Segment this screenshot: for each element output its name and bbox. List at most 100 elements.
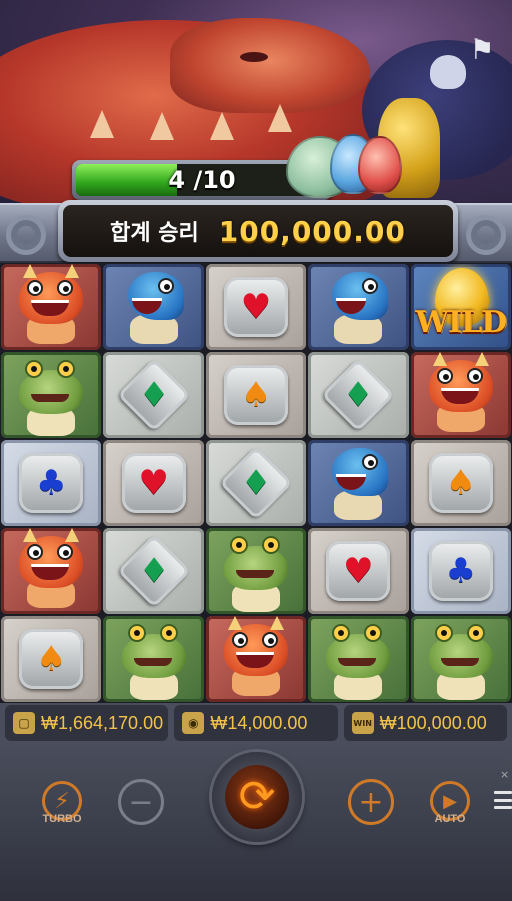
trophy-icon[interactable]: ⚑ (466, 32, 498, 68)
reel-cell-red-dragon (205, 616, 307, 702)
reel-cell-frog (410, 616, 511, 702)
heart-badge: ♥ (223, 277, 288, 337)
reel-cell-club: ♣ (1, 440, 102, 526)
diamond-suit-icon: ♦ (343, 374, 374, 415)
coin-stack-icon: ◉ (182, 712, 205, 734)
reel-cell-frog (1, 352, 102, 438)
reel-cell-spade: ♠ (410, 440, 511, 526)
reel-cell-red-dragon (1, 264, 102, 350)
reel-cell-spade: ♠ (205, 352, 307, 438)
auto-label: AUTO (434, 813, 466, 825)
diamond-suit-icon: ♦ (138, 550, 169, 591)
symbol-container (1, 528, 101, 614)
red-dragon-icon (216, 616, 296, 698)
wild-label: WILD (415, 305, 507, 340)
spade-badge: ♠ (223, 365, 288, 425)
reel-cell-diamond: ♦ (103, 528, 204, 614)
spade-suit-icon: ♠ (240, 375, 272, 415)
dragon-spike (150, 112, 174, 140)
dragon-eye (240, 52, 268, 62)
symbol-container (103, 616, 203, 702)
reel-cell-diamond: ♦ (205, 440, 307, 526)
red-dragon-icon (421, 352, 501, 434)
win-display[interactable]: WIN ₩100,000.00 (343, 705, 507, 741)
win-icon: WIN (351, 712, 374, 734)
bet-value: ₩14,000.00 (210, 712, 308, 733)
mute-icon[interactable]: × (500, 769, 512, 781)
swirl-ornament (466, 215, 506, 255)
decrease-bet-button[interactable]: − (118, 779, 164, 825)
total-win-panel: 합계 승리 100,000.00 (58, 200, 458, 262)
symbol-container: ♦ (103, 528, 203, 614)
reel-grid: ♥ WILD ♦ ♠ ♦ ♣ ♥ ♦ ♠ ♦ ♥ ♣ ♠ (0, 263, 512, 703)
sleeping-dragon-head (170, 18, 370, 113)
diamond-suit-icon: ♦ (138, 374, 169, 415)
club-badge: ♣ (19, 453, 84, 513)
symbol-container: ♣ (411, 528, 511, 614)
symbol-container: ♦ (103, 352, 203, 438)
reel-cell-frog (205, 528, 307, 614)
frog-icon (421, 620, 501, 700)
reel-cell-red-dragon (410, 352, 511, 438)
club-suit-icon: ♣ (445, 551, 476, 591)
lightning-icon: ⚡ (54, 788, 70, 814)
frog-icon (318, 620, 398, 700)
spade-badge: ♠ (19, 629, 84, 689)
symbol-container: ♥ (206, 264, 306, 350)
symbol-container: ♠ (411, 440, 511, 526)
spade-suit-icon: ♠ (35, 639, 67, 679)
symbol-container: WILD (411, 264, 511, 350)
red-dragon-icon (11, 528, 91, 610)
reel-cell-frog (103, 616, 204, 702)
symbol-container (1, 264, 101, 350)
balance-display[interactable]: ▢ ₩1,664,170.00 (5, 705, 169, 741)
reel-cell-red-dragon (1, 528, 102, 614)
reel-cell-blue-dragon (308, 440, 409, 526)
dragon-spike (268, 104, 292, 132)
plus-icon: + (358, 784, 384, 820)
dragon-lair-scene: ⚑ 4 /10 (0, 0, 512, 205)
symbol-container (103, 264, 203, 350)
bet-display[interactable]: ◉ ₩14,000.00 (174, 705, 338, 741)
club-badge: ♣ (428, 541, 493, 601)
heart-suit-icon: ♥ (138, 463, 169, 503)
controls-panel: ⚡ TURBO − ⟳ + ▶ AUTO × (0, 743, 512, 901)
total-win-label: 합계 승리 (110, 221, 199, 246)
spin-button[interactable]: ⟳ (212, 752, 302, 842)
win-value: ₩100,000.00 (379, 712, 487, 733)
symbol-container: ♠ (1, 616, 101, 702)
club-suit-icon: ♣ (35, 463, 67, 503)
symbol-container: ♥ (308, 528, 408, 614)
symbol-container: ♦ (206, 440, 306, 526)
skull-decoration (430, 55, 466, 89)
frog-icon (114, 620, 194, 700)
play-icon: ▶ (443, 790, 457, 812)
spade-badge: ♠ (428, 453, 493, 513)
red-egg (358, 136, 402, 194)
symbol-container (308, 264, 408, 350)
heart-badge: ♥ (121, 453, 186, 513)
dragon-spike (210, 112, 234, 140)
dragon-spike (90, 110, 114, 138)
turbo-label: TURBO (42, 813, 82, 825)
symbol-container (411, 616, 511, 702)
menu-icon[interactable] (494, 791, 512, 809)
heart-badge: ♥ (326, 541, 391, 601)
reel-cell-diamond: ♦ (308, 352, 409, 438)
heart-suit-icon: ♥ (240, 287, 272, 327)
symbol-container (206, 616, 306, 702)
game-screen: ⚑ 4 /10 합계 승리 100,000.00 ♥ WILD ♦ ♠ ♦ ♣ ♥ ♦ ♠ ♦ ♥ ♣… (0, 0, 512, 901)
symbol-container: ♠ (206, 352, 306, 438)
red-dragon-icon (11, 264, 91, 346)
increase-bet-button[interactable]: + (348, 779, 394, 825)
diamond-badge: ♦ (219, 446, 293, 520)
total-win-inner: 합계 승리 100,000.00 (63, 205, 453, 257)
symbol-container: ♣ (1, 440, 101, 526)
blue-dragon-icon (114, 268, 194, 346)
frog-icon (11, 356, 91, 436)
info-bar: ▢ ₩1,664,170.00 ◉ ₩14,000.00 WIN ₩100,00… (0, 703, 512, 743)
reel-cell-spade: ♠ (1, 616, 102, 702)
blue-dragon-icon (318, 268, 398, 346)
reel-cell-heart: ♥ (308, 528, 409, 614)
heart-suit-icon: ♥ (343, 551, 374, 591)
